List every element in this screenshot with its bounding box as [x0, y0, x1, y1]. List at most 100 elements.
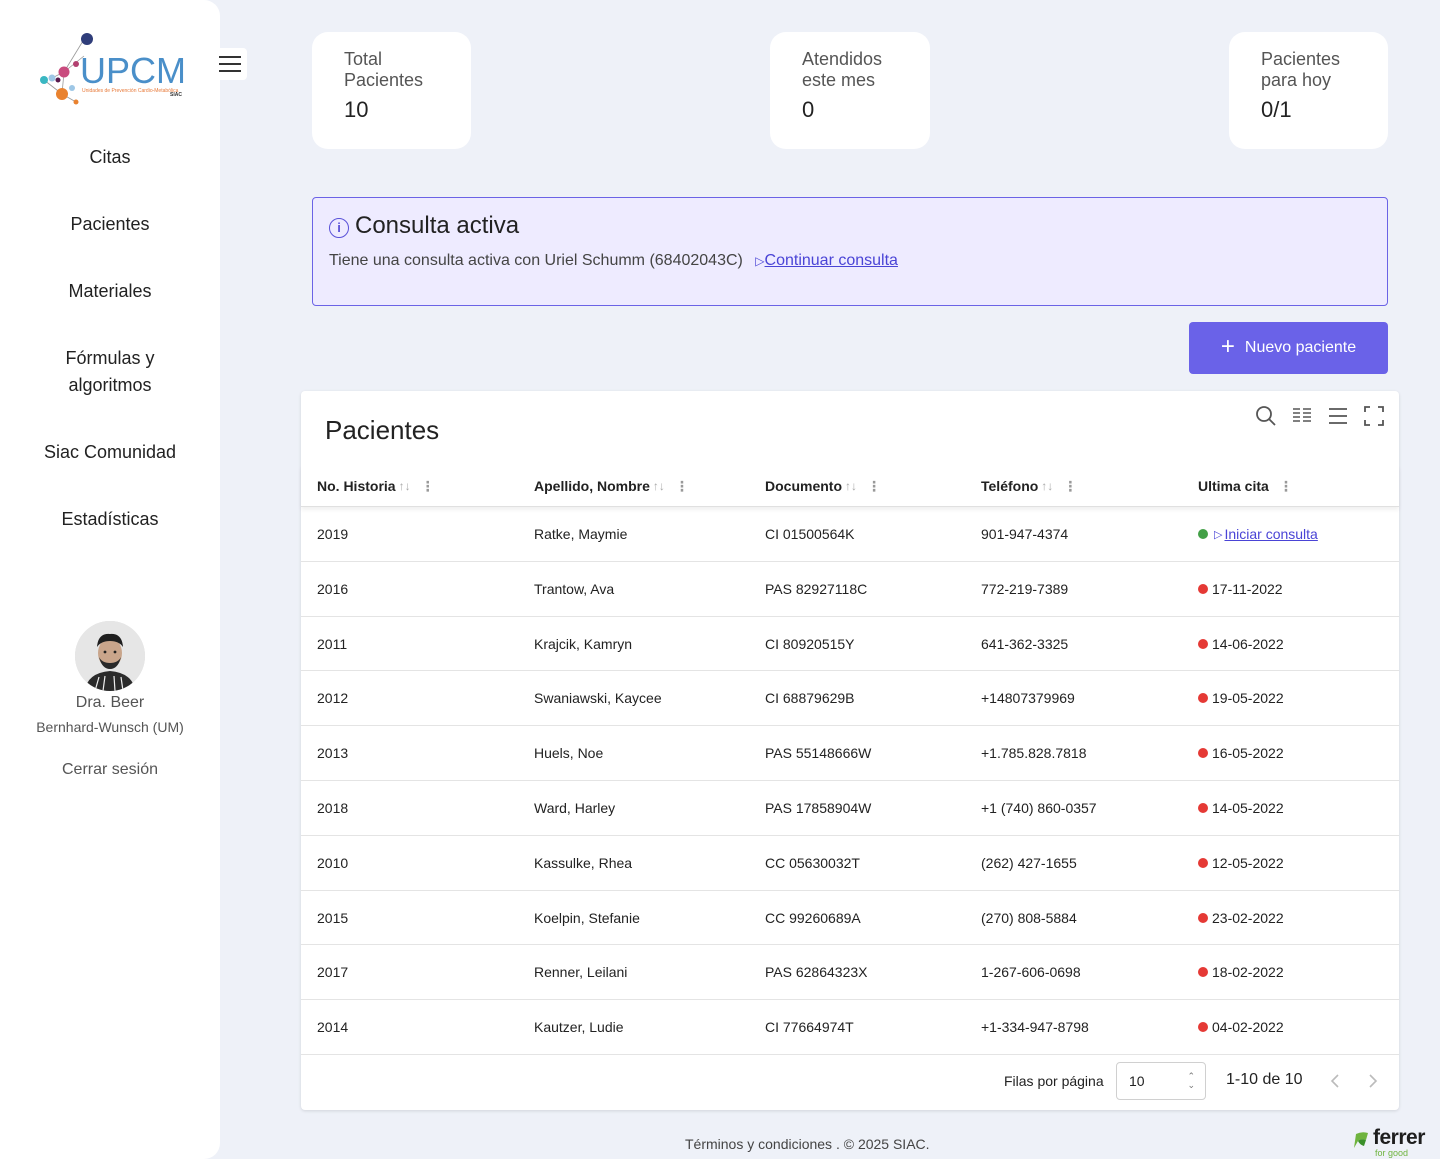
stat-value: 0/1	[1261, 97, 1292, 122]
upcm-logo[interactable]: UPCM Unidades de Prevención Cardio-Metab…	[36, 28, 186, 114]
logout-link[interactable]: Cerrar sesión	[0, 761, 220, 779]
status-dot-icon	[1198, 583, 1208, 594]
cell-ultima-cita: 19-05-2022	[1198, 671, 1284, 725]
sort-icon[interactable]: ↑↓	[1041, 479, 1053, 493]
column-header-ultima-cita[interactable]: Ultima cita ⋮	[1198, 465, 1293, 507]
cell-documento: PAS 62864323X	[765, 964, 868, 981]
cell-documento: PAS 17858904W	[765, 799, 872, 816]
cell-historia: 2011	[317, 635, 348, 652]
cell-historia: 2017	[317, 964, 349, 981]
table-pagination: Filas por página 10 ⌃ ⌄ 1-10 de 10	[301, 1054, 1399, 1110]
select-caret-icon: ⌃ ⌄	[1187, 1071, 1195, 1090]
table-row[interactable]: 2018 Ward, Harley PAS 17858904W +1 (740) 86…	[301, 781, 1399, 836]
table-title: Pacientes	[325, 415, 440, 445]
status-dot-icon	[1198, 693, 1208, 704]
cell-nombre: Ratke, Maymie	[534, 526, 628, 542]
cell-telefono: +14807379969	[981, 690, 1075, 707]
user-organization: Bernhard-Wunsch (UM)	[36, 719, 184, 735]
next-page-icon[interactable]	[1361, 1068, 1385, 1094]
fullscreen-icon[interactable]	[1363, 405, 1385, 427]
cell-telefono: 1-267-606-0698	[981, 964, 1081, 981]
stat-value: 0	[802, 97, 815, 122]
pagination-range: 1-10 de 10	[1226, 1071, 1303, 1088]
cell-historia: 2010	[317, 854, 349, 871]
rows-per-page-label: Filas por página	[1004, 1073, 1104, 1089]
density-icon[interactable]	[1327, 405, 1349, 427]
column-menu-icon[interactable]: ⋮	[421, 478, 435, 495]
sidebar-item-pacientes[interactable]: Pacientes	[0, 211, 220, 238]
sort-icon[interactable]: ↑↓	[845, 479, 857, 493]
cell-telefono: 901-947-4374	[981, 526, 1069, 542]
stat-total-pacientes: Total Pacientes 10	[312, 32, 471, 149]
column-menu-icon[interactable]: ⋮	[675, 478, 689, 495]
table-row[interactable]: 2012 Swaniawski, Kaycee CI 68879629B +14807…	[301, 671, 1399, 727]
table-row[interactable]: 2016 Trantow, Ava PAS 82927118C 772-219-738…	[301, 562, 1399, 617]
cell-nombre: Trantow, Ava	[534, 580, 615, 597]
column-header-documento[interactable]: Documento ↑↓ ⋮	[765, 465, 881, 507]
cell-telefono: (262) 427-1655	[981, 854, 1077, 871]
table-row[interactable]: 2014 Kautzer, Ludie CI 77664974T +1-334-947…	[301, 1000, 1399, 1055]
continue-consultation-link[interactable]: Continuar consulta	[765, 252, 898, 269]
cell-ultima-cita: 17-11-2022	[1198, 562, 1283, 616]
column-label: Teléfono	[981, 478, 1039, 494]
new-patient-button[interactable]: + Nuevo paciente	[1189, 322, 1388, 374]
cell-telefono: +1-334-947-8798	[981, 1019, 1089, 1036]
table-row[interactable]: 2010 Kassulke, Rhea CC 05630032T (262) 427-…	[301, 836, 1399, 891]
table-row[interactable]: 2013 Huels, Noe PAS 55148666W +1.785.828.78…	[301, 726, 1399, 781]
column-menu-icon[interactable]: ⋮	[1063, 478, 1077, 495]
cell-documento: CI 01500564K	[765, 526, 855, 542]
columns-icon[interactable]	[1291, 405, 1313, 427]
table-row[interactable]: 2011 Krajcik, Kamryn CI 80920515Y 641-362-3…	[301, 617, 1399, 672]
sidebar-item-citas[interactable]: Citas	[0, 144, 220, 171]
table-row[interactable]: 2019 Ratke, Maymie CI 01500564K 901-947-437…	[301, 507, 1399, 562]
cell-nombre: Swaniawski, Kaycee	[534, 690, 662, 707]
column-menu-icon[interactable]: ⋮	[1279, 478, 1293, 495]
column-header-telefono[interactable]: Teléfono ↑↓ ⋮	[981, 465, 1077, 507]
cell-telefono: +1.785.828.7818	[981, 745, 1087, 762]
last-appointment-date: 16-05-2022	[1212, 745, 1284, 762]
user-name: Dra. Beer	[75, 694, 145, 711]
column-header-nombre[interactable]: Apellido, Nombre ↑↓ ⋮	[534, 465, 689, 507]
stat-atendidos-mes: Atendidos este mes 0	[770, 32, 930, 149]
table-body: 2019 Ratke, Maymie CI 01500564K 901-947-437…	[301, 507, 1399, 1055]
menu-toggle-icon[interactable]	[213, 48, 247, 80]
sort-icon[interactable]: ↑↓	[653, 479, 665, 493]
cell-telefono: 641-362-3325	[981, 635, 1069, 652]
avatar[interactable]	[75, 621, 145, 691]
table-row[interactable]: 2017 Renner, Leilani PAS 62864323X 1-267-60…	[301, 945, 1399, 1001]
stat-label: Pacientes para hoy	[1261, 49, 1341, 90]
rows-per-page-select[interactable]: 10 ⌃ ⌄	[1116, 1062, 1206, 1100]
stat-pacientes-hoy: Pacientes para hoy 0/1	[1229, 32, 1388, 149]
status-dot-icon	[1198, 529, 1208, 539]
prev-page-icon[interactable]	[1323, 1068, 1347, 1094]
cell-ultima-cita: ▷ Iniciar consulta	[1198, 507, 1318, 561]
cell-nombre: Ward, Harley	[534, 799, 616, 816]
sidebar-item-estadisticas[interactable]: Estadísticas	[0, 506, 220, 533]
sidebar-item-materiales[interactable]: Materiales	[0, 278, 220, 305]
column-menu-icon[interactable]: ⋮	[867, 478, 881, 495]
terms-link[interactable]: Términos y condiciones	[685, 1136, 832, 1152]
status-dot-icon	[1198, 638, 1208, 649]
column-header-historia[interactable]: No. Historia ↑↓ ⋮	[317, 465, 435, 507]
sidebar-item-formulas[interactable]: Fórmulas y algoritmos	[0, 345, 220, 399]
alert-message: Tiene una consulta activa con Uriel Schu…	[329, 252, 743, 269]
stat-label: Atendidos este mes	[802, 49, 883, 90]
sort-icon[interactable]: ↑↓	[399, 479, 411, 493]
cell-documento: CI 68879629B	[765, 690, 855, 707]
status-dot-icon	[1198, 1022, 1208, 1033]
cell-documento: PAS 82927118C	[765, 580, 868, 597]
search-icon[interactable]	[1255, 405, 1277, 427]
user-panel: Dra. Beer Bernhard-Wunsch (UM) Cerrar se…	[0, 621, 220, 779]
logo-text: UPCM	[80, 50, 186, 91]
table-header: No. Historia ↑↓ ⋮ Apellido, Nombre ↑↓ ⋮ …	[301, 465, 1399, 507]
stat-value: 10	[344, 97, 369, 122]
new-patient-label: Nuevo paciente	[1244, 339, 1357, 356]
cell-nombre: Renner, Leilani	[534, 964, 628, 981]
table-row[interactable]: 2015 Koelpin, Stefanie CC 99260689A (270) 8…	[301, 891, 1399, 946]
play-icon: ▷	[1214, 528, 1223, 541]
column-label: Documento	[765, 478, 842, 494]
cell-telefono: 772-219-7389	[981, 580, 1069, 597]
last-appointment-date: 19-05-2022	[1212, 690, 1284, 707]
sidebar-item-comunidad[interactable]: Siac Comunidad	[0, 439, 220, 466]
start-consultation-link[interactable]: Iniciar consulta	[1224, 526, 1317, 542]
